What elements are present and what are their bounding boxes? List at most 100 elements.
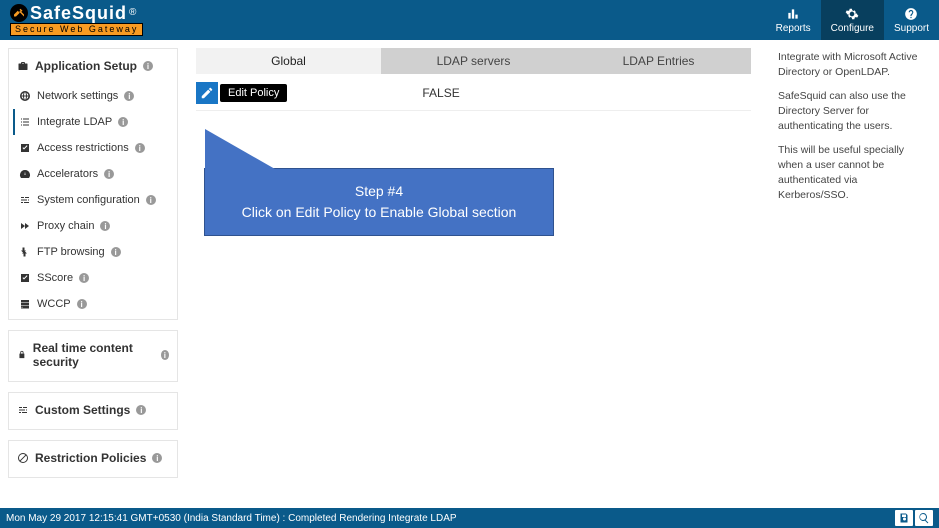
sidebar-header-label: Custom Settings xyxy=(35,403,130,417)
statusbar: Mon May 29 2017 12:15:41 GMT+0530 (India… xyxy=(0,508,939,528)
info-icon: i xyxy=(135,143,145,153)
help-text-1: Integrate with Microsoft Active Director… xyxy=(778,50,929,79)
nav-support[interactable]: Support xyxy=(884,0,939,40)
list-icon xyxy=(19,116,31,128)
sidebar-item-label: SScore xyxy=(37,272,73,284)
lock-icon xyxy=(17,349,27,361)
nav-reports[interactable]: Reports xyxy=(766,0,821,40)
sidebar-header-label: Restriction Policies xyxy=(35,451,146,465)
edit-policy-button[interactable] xyxy=(196,82,218,104)
sliders-icon xyxy=(17,404,29,416)
help-text-3: This will be useful specially when a use… xyxy=(778,143,929,202)
tab-ldap-servers[interactable]: LDAP servers xyxy=(381,48,566,74)
save-icon xyxy=(898,512,910,524)
callout-body: Click on Edit Policy to Enable Global se… xyxy=(215,202,543,223)
sidebar-item-label: Access restrictions xyxy=(37,142,129,154)
sidebar-item-sscore[interactable]: SScore i xyxy=(17,265,169,291)
topnav: Reports Configure Support xyxy=(766,0,939,40)
info-icon: i xyxy=(161,350,169,360)
status-text: Mon May 29 2017 12:15:41 GMT+0530 (India… xyxy=(6,513,457,524)
sidebar-item-label: WCCP xyxy=(37,298,71,310)
logo-reg: ® xyxy=(129,8,136,18)
help-pane: Integrate with Microsoft Active Director… xyxy=(774,40,939,508)
configure-icon xyxy=(845,7,859,21)
sidebar-item-label: Proxy chain xyxy=(37,220,94,232)
check-icon xyxy=(19,142,31,154)
info-icon: i xyxy=(111,247,121,257)
policy-row: Edit Policy FALSE xyxy=(196,82,751,111)
nav-configure[interactable]: Configure xyxy=(821,0,884,40)
sidebar-item-proxy[interactable]: Proxy chain i xyxy=(17,213,169,239)
support-icon xyxy=(904,7,918,21)
status-buttons xyxy=(895,510,933,526)
sidebar-item-label: Network settings xyxy=(37,90,118,102)
sidebar-item-sysconfig[interactable]: System configuration i xyxy=(17,187,169,213)
info-icon: i xyxy=(77,299,87,309)
server-icon xyxy=(19,298,31,310)
search-icon xyxy=(918,512,930,524)
info-icon: i xyxy=(136,405,146,415)
info-icon: i xyxy=(118,117,128,127)
sidebar-item-label: FTP browsing xyxy=(37,246,105,258)
topbar: SafeSquid ® Secure Web Gateway Reports C… xyxy=(0,0,939,40)
globe-icon xyxy=(19,90,31,102)
info-icon: i xyxy=(104,169,114,179)
info-icon: i xyxy=(152,453,162,463)
reports-icon xyxy=(786,7,800,21)
pencil-icon xyxy=(200,86,214,100)
policy-value: FALSE xyxy=(422,86,459,100)
sidebar-item-wccp[interactable]: WCCP i xyxy=(17,291,169,317)
sidebar-item-ldap[interactable]: Integrate LDAP i xyxy=(13,109,169,135)
sidebar-section-restriction: Restriction Policies i xyxy=(8,440,178,478)
main: Application Setup i Network settings i I… xyxy=(0,40,939,508)
logo-icon xyxy=(10,4,28,22)
info-icon: i xyxy=(146,195,156,205)
nav-support-label: Support xyxy=(894,23,929,34)
info-icon: i xyxy=(143,61,153,71)
edit-btn-wrap: Edit Policy xyxy=(196,82,287,104)
sidebar-header-label: Real time content security xyxy=(33,341,155,369)
step-callout: Step #4 Click on Edit Policy to Enable G… xyxy=(204,168,554,236)
sidebar-item-accel[interactable]: Accelerators i xyxy=(17,161,169,187)
content-wrap: Global LDAP servers LDAP Entries Edit Po… xyxy=(186,40,939,508)
help-text-2: SafeSquid can also use the Directory Ser… xyxy=(778,89,929,133)
sidebar-section-app-setup: Application Setup i Network settings i I… xyxy=(8,48,178,320)
sidebar-header-custom[interactable]: Custom Settings i xyxy=(17,403,169,427)
info-icon: i xyxy=(79,273,89,283)
sidebar-item-label: Integrate LDAP xyxy=(37,116,112,128)
check-icon xyxy=(19,272,31,284)
sidebar-item-ftp[interactable]: FTP browsing i xyxy=(17,239,169,265)
briefcase-icon xyxy=(17,60,29,72)
sliders-icon xyxy=(19,194,31,206)
nav-configure-label: Configure xyxy=(831,23,874,34)
sidebar-item-network[interactable]: Network settings i xyxy=(17,83,169,109)
center: Global LDAP servers LDAP Entries Edit Po… xyxy=(186,40,774,508)
logo: SafeSquid ® Secure Web Gateway xyxy=(10,4,143,36)
sidebar-header-restriction[interactable]: Restriction Policies i xyxy=(17,451,169,475)
sidebar-item-access[interactable]: Access restrictions i xyxy=(17,135,169,161)
callout-title: Step #4 xyxy=(215,181,543,202)
tab-ldap-entries[interactable]: LDAP Entries xyxy=(566,48,751,74)
sidebar-item-label: System configuration xyxy=(37,194,140,206)
nav-reports-label: Reports xyxy=(776,23,811,34)
logo-tagline: Secure Web Gateway xyxy=(10,23,143,36)
sidebar-section-realtime: Real time content security i xyxy=(8,330,178,382)
sidebar: Application Setup i Network settings i I… xyxy=(0,40,186,508)
gauge-icon xyxy=(19,168,31,180)
sidebar-header-app-setup[interactable]: Application Setup i xyxy=(17,59,169,83)
logo-text: SafeSquid xyxy=(30,4,127,22)
tab-global[interactable]: Global xyxy=(196,48,381,74)
info-icon: i xyxy=(124,91,134,101)
sidebar-section-custom: Custom Settings i xyxy=(8,392,178,430)
transfer-icon xyxy=(19,246,31,258)
tabs: Global LDAP servers LDAP Entries xyxy=(196,48,751,74)
edit-policy-tooltip: Edit Policy xyxy=(220,84,287,102)
info-icon: i xyxy=(100,221,110,231)
save-button[interactable] xyxy=(895,510,913,526)
sidebar-item-label: Accelerators xyxy=(37,168,98,180)
ban-icon xyxy=(17,452,29,464)
forward-icon xyxy=(19,220,31,232)
sidebar-header-realtime[interactable]: Real time content security i xyxy=(17,341,169,379)
search-button[interactable] xyxy=(915,510,933,526)
sidebar-header-label: Application Setup xyxy=(35,59,137,73)
